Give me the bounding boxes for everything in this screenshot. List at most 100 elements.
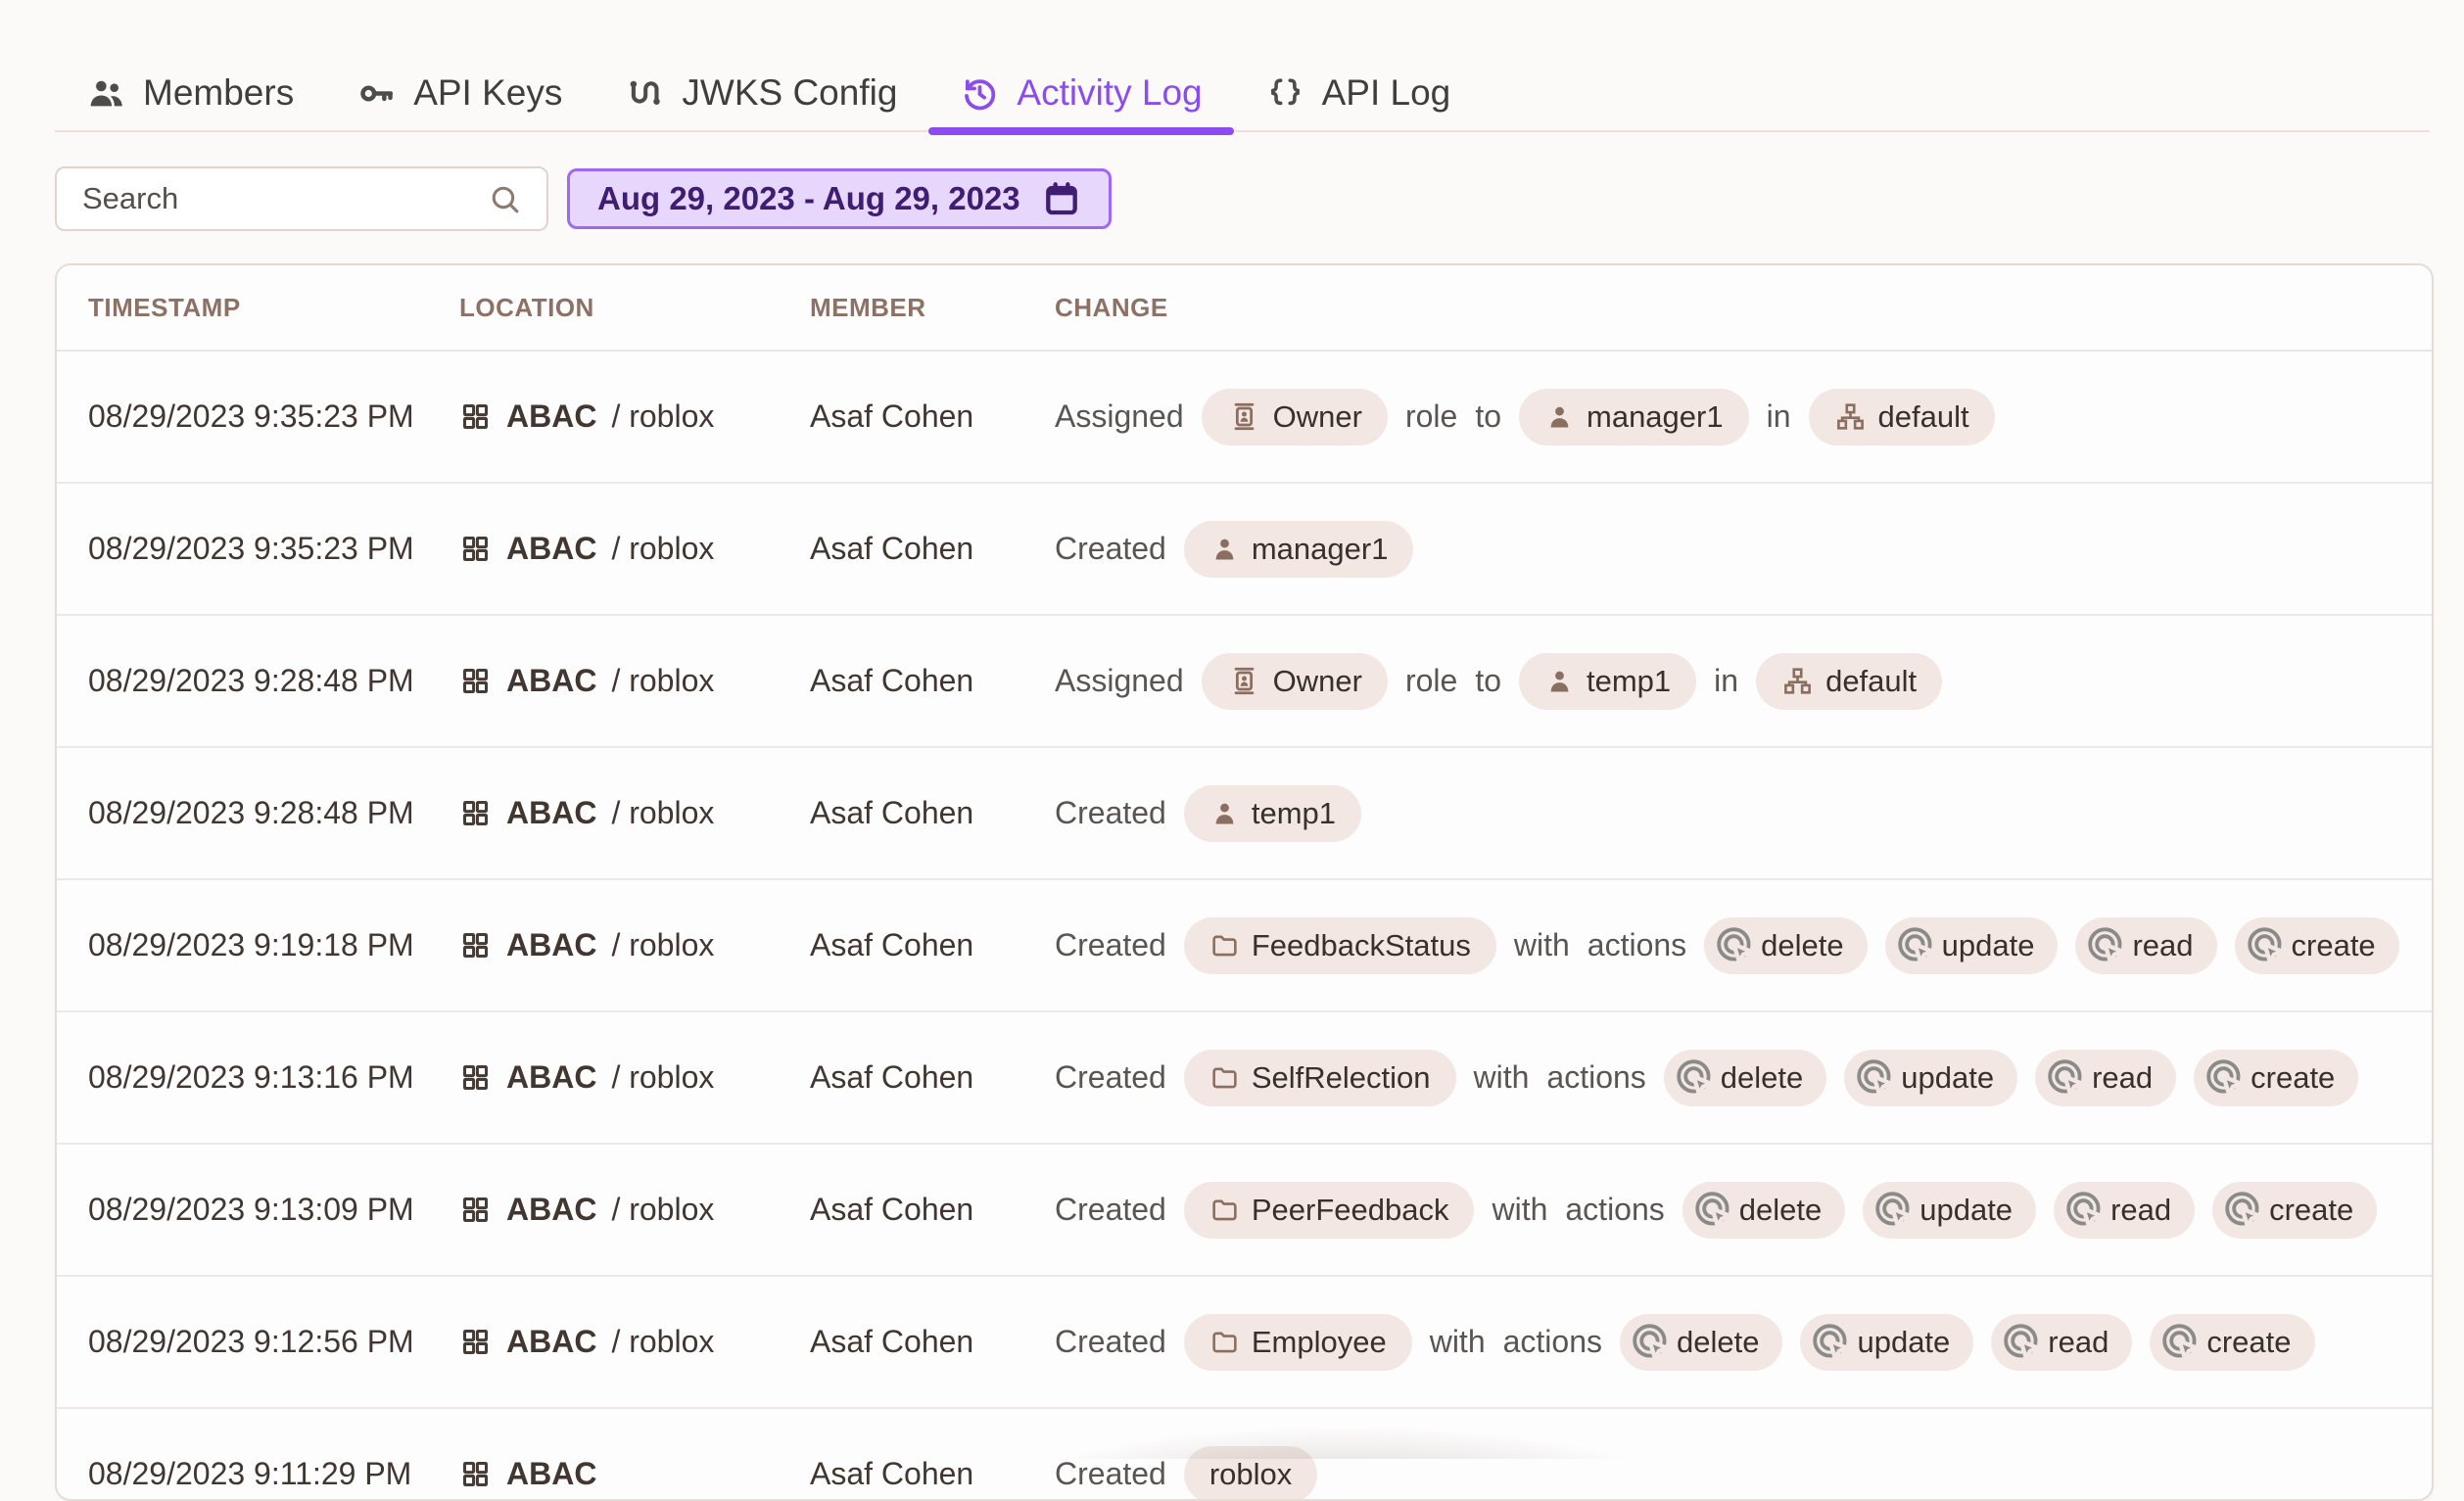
location-cell: ABAC / roblox <box>428 927 779 963</box>
pill-label: manager1 <box>1252 532 1389 567</box>
table-body: 08/29/2023 9:35:23 PMABAC/ robloxAsaf Co… <box>57 352 2432 1501</box>
date-range-button[interactable]: Aug 29, 2023 - Aug 29, 2023 <box>567 168 1112 229</box>
tab-bar: Members API Keys JWKS Config Activity Lo… <box>55 0 2430 132</box>
key-icon <box>356 73 397 114</box>
change-text: Created <box>1055 1192 1166 1228</box>
tab-api-log[interactable]: API Log <box>1234 56 1483 130</box>
location-project: / roblox <box>611 1324 714 1360</box>
click-icon <box>1852 1055 1899 1102</box>
location-project: / roblox <box>611 663 714 699</box>
change-cell: CreatedSelfRelectionwithactionsdeleteupd… <box>1023 1050 2432 1106</box>
role-badge-icon <box>1227 399 1261 434</box>
change-cell: AssignedOwnerroletomanager1indefault <box>1023 389 2432 446</box>
grid-icon <box>459 1061 492 1094</box>
tab-label: JWKS Config <box>682 72 897 114</box>
pill-label: read <box>2110 1193 2171 1228</box>
change-pill: PeerFeedback <box>1184 1182 1475 1239</box>
change-text: Created <box>1055 1324 1166 1360</box>
pill-label: read <box>2132 928 2193 963</box>
column-header-change: Change <box>1023 293 2432 323</box>
member-cell: Asaf Cohen <box>779 1192 1023 1228</box>
location-org: ABAC <box>506 531 596 567</box>
location-cell: ABAC/ roblox <box>428 531 779 567</box>
members-icon <box>86 73 126 114</box>
column-header-member: Member <box>779 293 1023 323</box>
table-row: 08/29/2023 9:12:56 PMABAC/ robloxAsaf Co… <box>57 1277 2432 1409</box>
tab-api-keys[interactable]: API Keys <box>325 56 593 130</box>
member-cell: Asaf Cohen <box>779 1456 1023 1492</box>
location-org: ABAC <box>506 1324 596 1360</box>
member-cell: Asaf Cohen <box>779 795 1023 831</box>
folder-icon <box>1209 930 1240 961</box>
change-pill: update <box>1844 1050 2017 1106</box>
change-pill: read <box>2035 1050 2176 1106</box>
click-icon <box>2043 1055 2090 1102</box>
click-icon <box>1808 1319 1855 1366</box>
grid-icon <box>459 1194 492 1226</box>
change-pill: read <box>1991 1314 2132 1371</box>
grid-icon <box>459 533 492 565</box>
pill-label: delete <box>1677 1325 1759 1360</box>
org-icon <box>1834 400 1867 433</box>
member-cell: Asaf Cohen <box>779 1059 1023 1096</box>
change-pill: read <box>2054 1182 2195 1239</box>
click-icon <box>2243 922 2290 969</box>
pill-label: SelfRelection <box>1252 1060 1431 1096</box>
change-pill: Employee <box>1184 1314 1412 1371</box>
role-badge-icon <box>1227 664 1261 698</box>
folder-icon <box>1209 1327 1240 1357</box>
pill-label: create <box>2292 928 2376 963</box>
pill-label: manager1 <box>1587 399 1724 435</box>
history-icon <box>960 73 1000 114</box>
folder-icon <box>1209 1062 1240 1093</box>
click-icon <box>2157 1319 2204 1366</box>
change-text: Created <box>1055 927 1166 963</box>
change-pill: update <box>1863 1182 2036 1239</box>
change-pill: delete <box>1682 1182 1845 1239</box>
person-icon <box>1544 401 1575 432</box>
pill-label: delete <box>1761 928 1843 963</box>
location-org: ABAC <box>506 663 596 699</box>
location-org: ABAC <box>506 1059 596 1096</box>
route-icon <box>625 73 665 114</box>
tab-jwks-config[interactable]: JWKS Config <box>593 56 928 130</box>
change-text: Created <box>1055 1456 1166 1492</box>
change-text: role <box>1405 663 1457 699</box>
member-cell: Asaf Cohen <box>779 399 1023 435</box>
location-project: / roblox <box>611 927 714 963</box>
column-header-timestamp: Timestamp <box>57 293 428 323</box>
member-cell: Asaf Cohen <box>779 531 1023 567</box>
location-cell: ABAC / roblox <box>428 663 779 699</box>
table-row: 08/29/2023 9:35:23 PMABAC/ robloxAsaf Co… <box>57 352 2432 484</box>
change-text: to <box>1475 663 1501 699</box>
click-icon <box>1893 922 1940 969</box>
timestamp-cell: 08/29/2023 9:19:18 PM <box>57 927 428 963</box>
location-project: / roblox <box>611 1192 714 1228</box>
grid-icon <box>459 665 492 697</box>
change-text: Assigned <box>1055 663 1184 699</box>
pill-label: delete <box>1721 1060 1803 1096</box>
table-row: 08/29/2023 9:28:48 PMABAC/ robloxAsaf Co… <box>57 616 2432 748</box>
change-text: with <box>1430 1324 1486 1360</box>
location-org: ABAC <box>506 927 596 963</box>
pill-label: temp1 <box>1587 664 1671 699</box>
click-icon <box>1672 1055 1719 1102</box>
location-cell: ABAC/ roblox <box>428 1059 779 1096</box>
member-cell: Asaf Cohen <box>779 927 1023 963</box>
change-pill: delete <box>1704 917 1867 974</box>
search-icon <box>487 181 523 217</box>
location-org: ABAC <box>506 1192 596 1228</box>
search-input[interactable] <box>80 180 475 217</box>
click-icon <box>2220 1187 2267 1234</box>
tab-members[interactable]: Members <box>55 56 325 130</box>
org-icon <box>1781 665 1814 697</box>
click-icon <box>1628 1319 1675 1366</box>
location-cell: ABAC / roblox <box>428 1192 779 1228</box>
change-pill: temp1 <box>1519 653 1696 710</box>
change-text: in <box>1767 399 1791 435</box>
tab-activity-log[interactable]: Activity Log <box>928 56 1233 130</box>
location-cell: ABAC/ roblox <box>428 795 779 831</box>
table-row: 08/29/2023 9:28:48 PMABAC/ robloxAsaf Co… <box>57 748 2432 880</box>
date-range-label: Aug 29, 2023 - Aug 29, 2023 <box>597 180 1020 217</box>
change-cell: AssignedOwnerroletotemp1indefault <box>1023 653 2432 710</box>
